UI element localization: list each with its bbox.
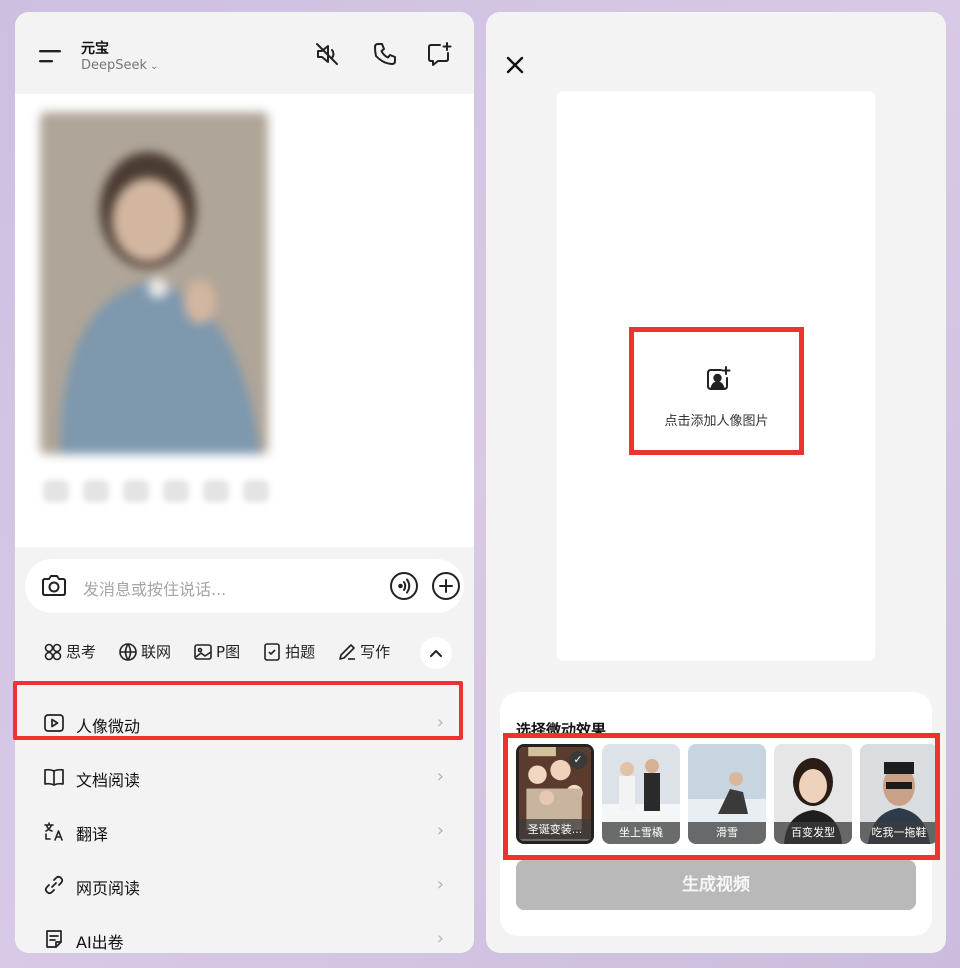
effect-label: 吃我一拖鞋 [860, 822, 938, 844]
app-title: 元宝 [81, 41, 109, 57]
mute-speaker-icon[interactable] [313, 40, 341, 68]
chevron-up-icon [430, 650, 442, 657]
tool-image-edit[interactable]: P图 [193, 641, 240, 662]
chevron-right-icon: › [436, 712, 444, 733]
chevron-right-icon: › [436, 820, 444, 841]
photo-action-bar [43, 480, 269, 504]
effect-hairstyle[interactable]: 百变发型 [774, 744, 852, 844]
model-name: DeepSeek [81, 58, 148, 73]
action-icon[interactable] [203, 480, 229, 502]
chevron-right-icon: › [436, 928, 444, 949]
chevron-right-icon: › [436, 766, 444, 787]
tool-label: P图 [216, 643, 241, 661]
menu-item-label: 翻译 [76, 825, 109, 844]
chevron-down-icon: ⌄ [150, 61, 159, 72]
model-selector[interactable]: DeepSeek ⌄ [81, 58, 158, 73]
effect-selector-sheet: 选择微动效果 ✓ 圣诞变装... 坐上雪橇 滑雪 百变发型 吃我一拖鞋 生成视频 [500, 692, 940, 936]
composer-area: 发消息或按住说话... 思考 联网 P图 拍题 写作 人像微动 › 文档阅读 ›… [15, 547, 474, 953]
menu-item-document-reading[interactable]: 文档阅读 › [15, 750, 474, 804]
menu-item-label: 网页阅读 [76, 879, 141, 898]
book-icon [44, 768, 64, 786]
tool-writing[interactable]: 写作 [337, 641, 390, 662]
menu-item-label: 文档阅读 [76, 771, 141, 790]
action-icon[interactable] [163, 480, 189, 502]
portrait-motion-panel: 点击添加人像图片 选择微动效果 ✓ 圣诞变装... 坐上雪橇 滑雪 百变发型 吃… [486, 12, 946, 953]
effect-title: 选择微动效果 [516, 721, 607, 739]
tool-label: 拍题 [285, 643, 316, 661]
image-edit-icon [194, 643, 212, 660]
tool-web-search[interactable]: 联网 [118, 641, 171, 662]
exam-icon [46, 930, 62, 948]
menu-item-label: AI出卷 [76, 933, 124, 952]
menu-item-web-reading[interactable]: 网页阅读 › [15, 858, 474, 912]
check-icon: ✓ [569, 751, 587, 769]
effect-label: 坐上雪橇 [602, 822, 680, 844]
plus-icon[interactable] [431, 571, 461, 601]
chevron-right-icon: › [436, 874, 444, 895]
effect-ski[interactable]: 滑雪 [688, 744, 766, 844]
effect-label: 百变发型 [774, 822, 852, 844]
add-portrait-icon [707, 366, 731, 390]
think-icon [44, 643, 62, 660]
question-scan-icon [264, 642, 280, 661]
collapse-tools-button[interactable] [420, 637, 452, 669]
link-icon [44, 875, 64, 895]
generate-video-button[interactable]: 生成视频 [516, 860, 916, 910]
effects-list: ✓ 圣诞变装... 坐上雪橇 滑雪 百变发型 吃我一拖鞋 [516, 744, 946, 844]
translate-icon [44, 822, 63, 841]
tool-think[interactable]: 思考 [43, 641, 96, 662]
tool-label: 联网 [141, 643, 172, 661]
tool-photo-question[interactable]: 拍题 [262, 641, 315, 662]
effect-slipper[interactable]: 吃我一拖鞋 [860, 744, 938, 844]
message-placeholder: 发消息或按住说话... [83, 580, 227, 599]
effect-label: 圣诞变装... [519, 819, 591, 841]
action-icon[interactable] [123, 480, 149, 502]
camera-icon[interactable] [39, 571, 69, 601]
effect-sled[interactable]: 坐上雪橇 [602, 744, 680, 844]
effect-label: 滑雪 [688, 822, 766, 844]
tool-label: 思考 [66, 643, 97, 661]
tool-bar: 思考 联网 P图 拍题 写作 [43, 641, 412, 662]
chat-panel: 元宝 DeepSeek ⌄ 发消息或按住说话... 思考 联网 P图 拍题 写作… [15, 12, 474, 953]
phone-icon[interactable] [371, 40, 399, 68]
close-icon[interactable] [504, 54, 526, 76]
portrait-photo[interactable] [40, 112, 268, 454]
add-portrait-button[interactable]: 点击添加人像图片 [629, 327, 804, 455]
play-square-icon [44, 714, 64, 732]
top-bar: 元宝 DeepSeek ⌄ [15, 12, 474, 94]
upload-label: 点击添加人像图片 [664, 414, 769, 429]
globe-icon [119, 642, 137, 661]
menu-item-label: 人像微动 [76, 717, 141, 736]
pen-icon [339, 643, 356, 660]
menu-item-translate[interactable]: 翻译 › [15, 804, 474, 858]
message-input[interactable]: 发消息或按住说话... [25, 559, 464, 613]
menu-item-ai-exam[interactable]: AI出卷 › [15, 912, 474, 953]
action-icon[interactable] [243, 480, 269, 502]
effect-christmas[interactable]: ✓ 圣诞变装... [516, 744, 594, 844]
voice-icon[interactable] [389, 571, 419, 601]
action-icon[interactable] [83, 480, 109, 502]
new-chat-icon[interactable] [425, 40, 453, 68]
menu-item-portrait-motion[interactable]: 人像微动 › [15, 696, 474, 750]
menu-icon[interactable] [37, 47, 63, 65]
tool-label: 写作 [360, 643, 391, 661]
action-icon[interactable] [43, 480, 69, 502]
